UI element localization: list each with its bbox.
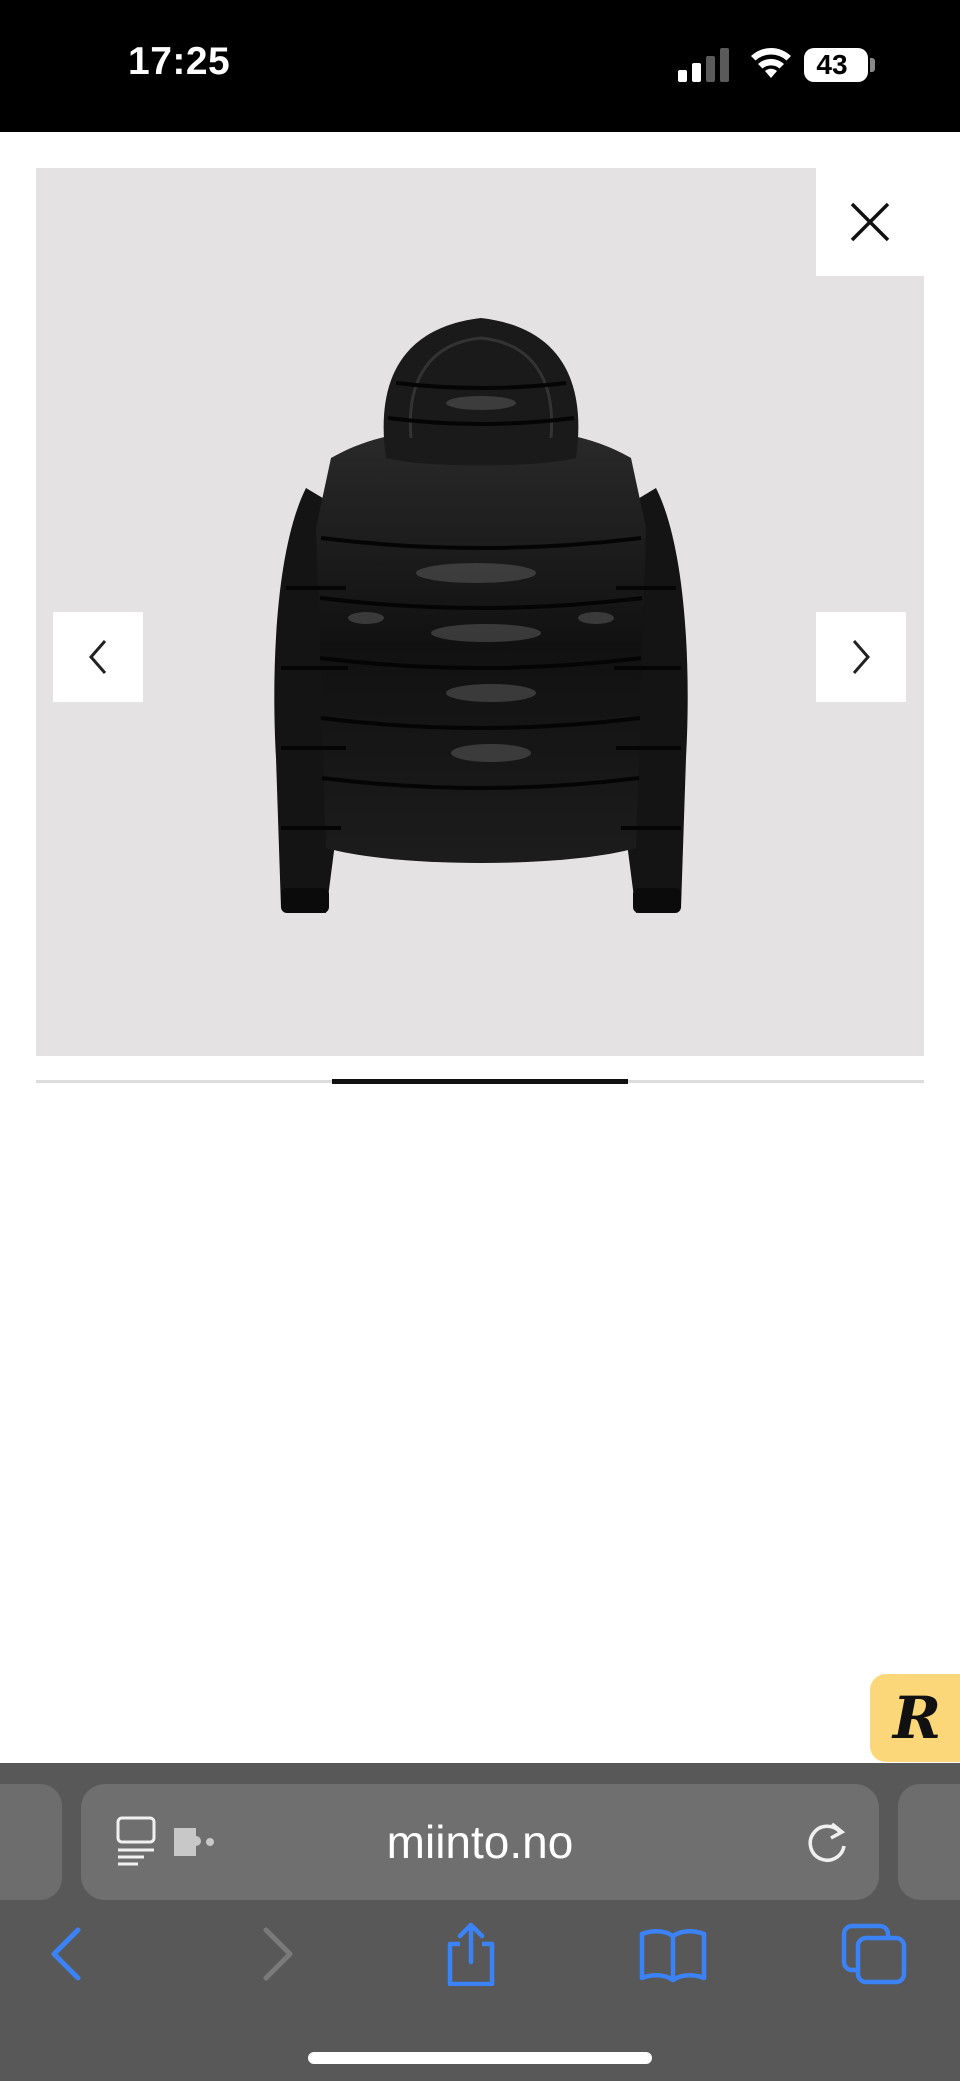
page: 17:25 43 R miinto.no xyxy=(0,0,960,2081)
badge-letter: R xyxy=(892,1684,942,1752)
reader-mode-icon[interactable] xyxy=(114,1816,158,1866)
reviews-badge-button[interactable]: R xyxy=(870,1674,960,1762)
battery-level: 43 xyxy=(816,49,848,80)
gallery-progress-indicator xyxy=(332,1079,628,1084)
chevron-left-icon xyxy=(89,640,107,674)
battery-indicator: 43 xyxy=(804,48,868,82)
url-text[interactable]: miinto.no xyxy=(280,1810,680,1874)
share-icon[interactable] xyxy=(436,1922,506,1986)
forward-arrow-icon[interactable] xyxy=(238,1922,308,1986)
jacket-image xyxy=(274,318,688,913)
previous-tab-preview[interactable] xyxy=(0,1784,62,1900)
status-bar: 17:25 43 xyxy=(0,0,960,132)
status-time: 17:25 xyxy=(128,40,231,83)
extension-puzzle-icon[interactable] xyxy=(170,1824,216,1860)
next-tab-preview[interactable] xyxy=(898,1784,960,1900)
battery-tip xyxy=(870,58,875,72)
home-indicator xyxy=(308,2052,652,2064)
cellular-signal-icon xyxy=(678,48,729,82)
chevron-right-icon xyxy=(852,640,870,674)
back-arrow-icon[interactable] xyxy=(36,1922,106,1986)
wifi-icon xyxy=(751,48,791,78)
close-icon xyxy=(850,202,890,242)
bookmarks-book-icon[interactable] xyxy=(638,1922,708,1986)
next-image-button[interactable] xyxy=(816,612,906,702)
product-image[interactable] xyxy=(36,168,924,1056)
reload-icon[interactable] xyxy=(802,1816,852,1866)
tabs-icon[interactable] xyxy=(840,1922,910,1986)
close-button[interactable] xyxy=(816,168,924,276)
previous-image-button[interactable] xyxy=(53,612,143,702)
